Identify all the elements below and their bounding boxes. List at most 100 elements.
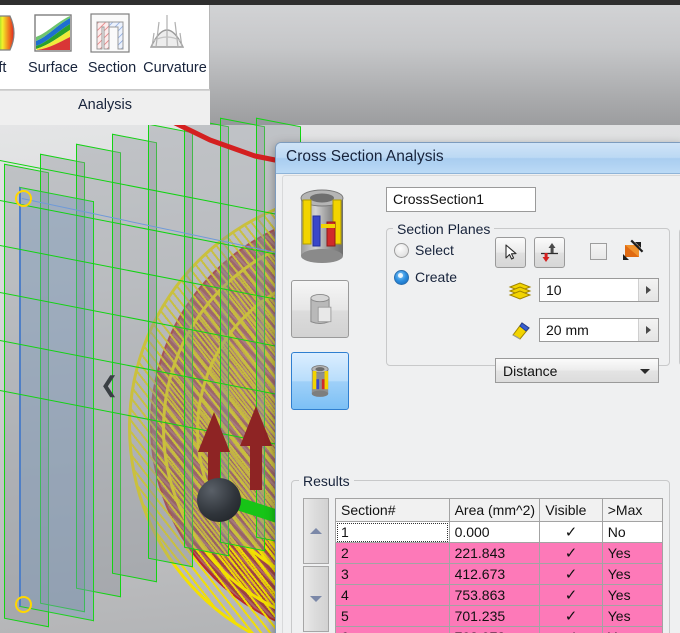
ribbon-label-surface: Surface [28,60,78,76]
plane-count-spin-button[interactable] [638,279,658,301]
results-group-label: Results [299,473,354,489]
scroll-down-button[interactable] [303,566,329,632]
reverse-checkbox[interactable] [590,243,607,260]
dialog-title: Cross Section Analysis [286,148,444,165]
full-section-icon [311,365,329,397]
full-section-mode-button[interactable] [291,352,349,410]
cross-section-analysis-dialog[interactable]: Cross Section Analysis CrossSection1 Sec… [275,142,680,633]
cell-overmax[interactable]: Yes [601,584,664,606]
ribbon-button-section[interactable] [84,11,136,55]
cell-visible[interactable]: ✓ [539,521,603,543]
ribbon-button-curvature[interactable] [141,11,193,55]
ribbon-button-draft[interactable] [0,11,24,55]
resize-diagonal-icon [623,239,644,260]
drag-handle-sphere[interactable] [197,478,241,522]
cell-area[interactable]: 701.235 [448,605,541,627]
cell-visible[interactable]: ✓ [539,563,603,585]
analysis-ribbon-group: raft Surface Section Curvature Analysis [0,5,210,125]
cell-visible[interactable]: ✓ [539,584,603,606]
surface-analysis-icon [34,14,72,52]
radio-select-label: Select [415,242,454,258]
ribbon-icon-row [0,5,210,61]
ribbon-label-curvature: Curvature [143,60,207,76]
quick-section-mode-button[interactable] [291,280,349,338]
cell-overmax[interactable]: No [601,521,664,543]
table-row[interactable]: 2 221.843 ✓ Yes [335,542,664,564]
chevron-down-icon [640,369,650,374]
dialog-body: CrossSection1 Section Planes Select Crea… [282,175,680,633]
dialog-title-bar[interactable]: Cross Section Analysis [276,143,680,174]
stack-of-planes-icon [508,279,532,301]
plane-handle-top[interactable] [15,190,32,207]
ribbon-button-surface[interactable] [27,11,79,55]
table-row[interactable]: 6 798.973 ✓ Yes [335,626,664,633]
results-scroll-buttons [303,498,329,632]
cylinder-preview-icon [300,189,344,263]
cell-overmax[interactable]: Yes [601,563,664,585]
section-name-input[interactable]: CrossSection1 [386,187,536,212]
results-header-row: Section# Area (mm^2) Visible >Max [335,498,664,522]
radio-create-planes[interactable]: Create [394,269,457,285]
cell-visible[interactable]: ✓ [539,626,603,633]
plane-spacing-icon [512,322,530,340]
table-row[interactable]: 4 753.863 ✓ Yes [335,584,664,606]
results-table[interactable]: Section# Area (mm^2) Visible >Max 1 0.00… [335,498,664,633]
scroll-down-arrow-icon [310,596,322,602]
section-analysis-icon [90,13,130,53]
cell-visible[interactable]: ✓ [539,542,603,564]
cell-overmax[interactable]: Yes [601,542,664,564]
plane-spacing-input[interactable]: 20 mm [539,318,659,342]
plane-handle-bottom[interactable] [15,596,32,613]
table-row[interactable]: 1 0.000 ✓ No [335,521,664,543]
cell-section[interactable]: 2 [335,542,450,564]
cell-visible[interactable]: ✓ [539,605,603,627]
cell-section[interactable]: 3 [335,563,450,585]
spacing-mode-select[interactable]: Distance [495,358,659,383]
table-row[interactable]: 5 701.235 ✓ Yes [335,605,664,627]
column-header-section[interactable]: Section# [335,498,450,522]
radio-create-indicator [394,269,409,285]
app-window: ❮ ft Surface Section Curvature Analysis … [0,0,680,633]
quick-section-icon [310,294,332,324]
cell-area[interactable]: 412.673 [448,563,541,585]
offset-distance-icon [509,319,533,341]
plane-count-icon [508,282,532,300]
column-header-overmax[interactable]: >Max [601,498,664,522]
radio-select-indicator [394,242,409,258]
resize-plane-icon[interactable] [619,238,645,264]
column-header-area[interactable]: Area (mm^2) [448,498,541,522]
cell-section[interactable]: 6 [335,626,450,633]
ribbon-group-label: Analysis [78,97,132,113]
results-table-wrap: Section# Area (mm^2) Visible >Max 1 0.00… [303,498,664,633]
pick-plane-button[interactable] [495,237,526,268]
plane-count-value: 10 [546,282,562,298]
plane-count-input[interactable]: 10 [539,278,659,302]
section-planes-group-label: Section Planes [393,221,495,237]
ribbon-label-row: raft Surface Section Curvature [0,60,210,86]
view-orientation-caret-icon: ❮ [100,372,119,397]
draft-analysis-icon [0,15,15,51]
plane-spacing-value: 20 mm [546,322,589,338]
ribbon-group-footer: Analysis [0,90,210,125]
radio-select-planes[interactable]: Select [394,242,454,258]
scroll-up-button[interactable] [303,498,329,564]
cell-overmax[interactable]: Yes [601,626,664,633]
radio-create-label: Create [415,269,458,285]
mode-thumbnail-column [291,186,353,410]
curvature-analysis-icon [149,15,185,48]
column-header-visible[interactable]: Visible [539,498,603,522]
cell-overmax[interactable]: Yes [601,605,664,627]
flip-arrows-icon [541,243,558,262]
cell-section[interactable]: 1 [335,521,450,543]
cell-area[interactable]: 753.863 [448,584,541,606]
cell-area[interactable]: 798.973 [448,626,541,633]
cell-section[interactable]: 4 [335,584,450,606]
plane-spacing-spin-button[interactable] [638,319,658,341]
flip-direction-button[interactable] [534,237,565,268]
cell-section[interactable]: 5 [335,605,450,627]
table-row[interactable]: 3 412.673 ✓ Yes [335,563,664,585]
cell-area[interactable]: 221.843 [448,542,541,564]
cursor-arrow-icon [505,244,517,260]
cell-area[interactable]: 0.000 [448,521,541,543]
scroll-up-arrow-icon [310,528,322,534]
